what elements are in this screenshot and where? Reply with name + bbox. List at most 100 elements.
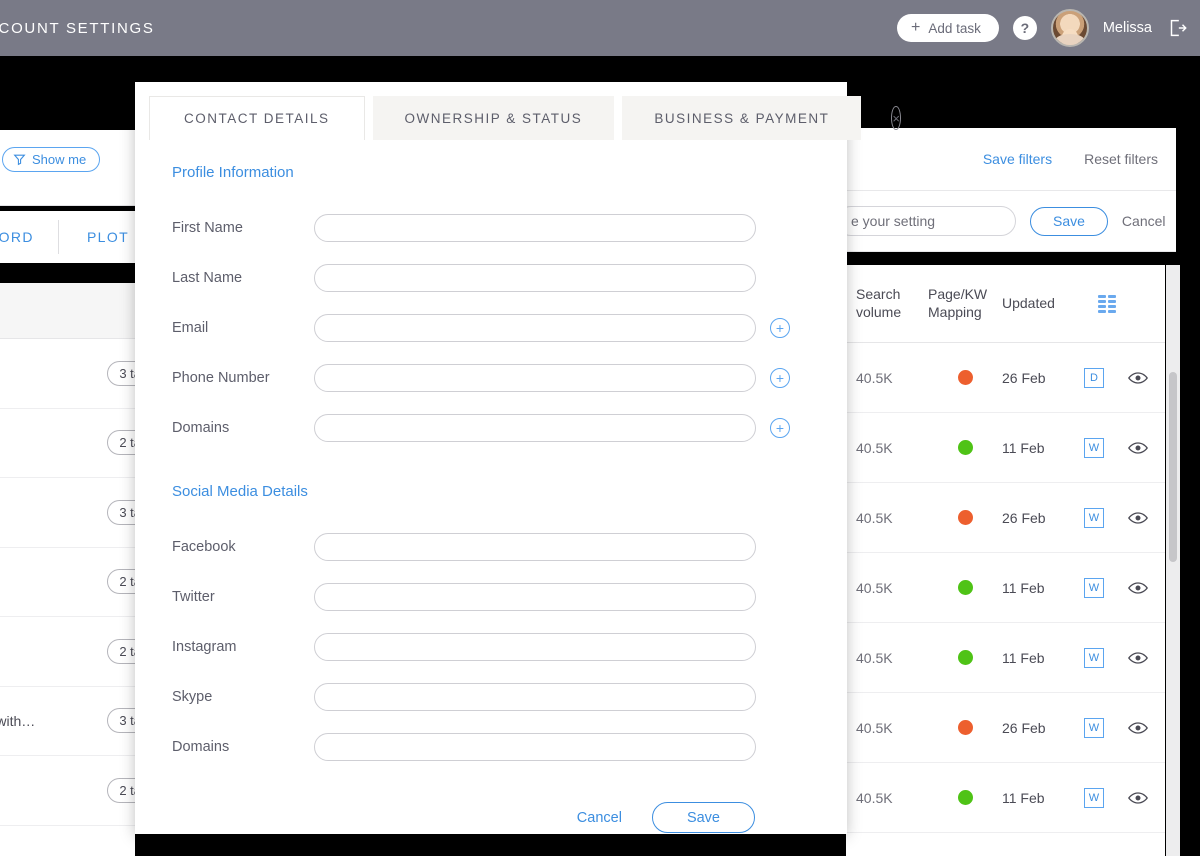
column-header-updated[interactable]: Updated: [1002, 295, 1084, 313]
table-body: 40.5K 26 Feb D 40.5K 11 Feb W 40.5K 26 Feb W 40.5…: [846, 343, 1165, 833]
social-fields-group: Facebook Twitter Instagram Skype Domains: [135, 522, 847, 772]
table-row[interactable]: 40.5K 11 Feb W: [846, 623, 1165, 693]
tab-business-payment[interactable]: BUSINESS & PAYMENT: [622, 96, 862, 140]
field-label: Domains: [172, 420, 230, 436]
kw-type-badge[interactable]: D: [1084, 367, 1104, 388]
kw-type-badge[interactable]: W: [1084, 787, 1104, 808]
top-header-bar: CCOUNT SETTINGS + Add task ? Melissa: [0, 0, 1200, 56]
field-input[interactable]: [314, 633, 756, 661]
kw-type-badge[interactable]: W: [1084, 647, 1104, 668]
eye-icon[interactable]: [1128, 651, 1148, 665]
field-label: First Name: [172, 220, 243, 236]
save-setting-button[interactable]: Save: [1030, 206, 1108, 236]
tab-plot[interactable]: PLOT: [87, 229, 129, 245]
field-label: Last Name: [172, 270, 243, 286]
list-item[interactable]: 3 ta: [0, 478, 153, 548]
kw-type-badge[interactable]: W: [1084, 577, 1104, 598]
table-row[interactable]: 40.5K 26 Feb W: [846, 693, 1165, 763]
status-dot: [957, 370, 973, 385]
cell-mapping-status: [928, 580, 1002, 595]
tab-keyword[interactable]: WORD: [0, 229, 34, 245]
column-settings-icon[interactable]: [1098, 294, 1118, 313]
table-row[interactable]: 40.5K 11 Feb W: [846, 413, 1165, 483]
kw-type-badge[interactable]: W: [1084, 717, 1104, 738]
list-item[interactable]: 2 ta: [0, 409, 153, 478]
status-dot: [957, 650, 973, 665]
eye-icon[interactable]: [1128, 791, 1148, 805]
cancel-setting-link[interactable]: Cancel: [1122, 213, 1166, 229]
column-header-page-kw-mapping[interactable]: Page/KW Mapping: [928, 286, 1002, 321]
field-input[interactable]: [314, 214, 756, 242]
eye-icon[interactable]: [1128, 511, 1148, 525]
status-dot: [957, 580, 973, 595]
save-button[interactable]: Save: [651, 802, 755, 833]
keyword-list: 3 ta2 ta3 ta2 ta2 taization with…3 ta2 t…: [0, 339, 153, 856]
add-field-icon[interactable]: +: [770, 418, 790, 438]
cell-updated: 26 Feb: [1002, 719, 1046, 736]
field-input[interactable]: [314, 533, 756, 561]
field-input[interactable]: [314, 364, 756, 392]
social-media-details-title: Social Media Details: [172, 483, 308, 500]
field-input[interactable]: [314, 264, 756, 292]
field-label: Skype: [172, 689, 213, 705]
modal-body: Profile Information First Name Last Name E…: [135, 146, 847, 833]
eye-icon[interactable]: [1128, 371, 1148, 385]
profile-information-title: Profile Information: [172, 164, 294, 181]
header-actions: + Add task ? Melissa: [896, 9, 1200, 47]
add-task-button[interactable]: + Add task: [896, 14, 999, 42]
table-row[interactable]: 40.5K 26 Feb D: [846, 343, 1165, 413]
form-row: Email +: [135, 303, 847, 353]
field-input[interactable]: [314, 733, 756, 761]
add-field-icon[interactable]: +: [770, 318, 790, 338]
filter-actions-bar: Save filters Reset filters: [846, 128, 1176, 190]
list-item[interactable]: 2 ta: [0, 617, 153, 687]
add-field-icon[interactable]: +: [770, 368, 790, 388]
logout-icon[interactable]: [1166, 17, 1188, 39]
cell-search-volume: 40.5K: [856, 509, 893, 526]
eye-icon[interactable]: [1128, 721, 1148, 735]
field-input[interactable]: [314, 583, 756, 611]
table-row[interactable]: 40.5K 26 Feb W: [846, 483, 1165, 553]
eye-icon[interactable]: [1128, 441, 1148, 455]
field-input[interactable]: [314, 683, 756, 711]
cancel-button[interactable]: Cancel: [577, 810, 622, 826]
field-label: Email: [172, 320, 209, 336]
field-label: Domains: [172, 739, 230, 755]
status-dot: [957, 720, 973, 735]
kw-type-badge[interactable]: W: [1084, 507, 1104, 528]
cell-updated: 11 Feb: [1002, 439, 1045, 456]
form-row: Twitter: [135, 572, 847, 622]
form-row: Phone Number +: [135, 353, 847, 403]
list-item[interactable]: 2 ta: [0, 756, 153, 826]
eye-icon[interactable]: [1128, 581, 1148, 595]
cell-updated: 11 Feb: [1002, 649, 1045, 666]
avatar[interactable]: [1050, 9, 1089, 47]
show-me-filter-button[interactable]: Show me: [2, 147, 101, 172]
cell-updated: 11 Feb: [1002, 789, 1045, 806]
list-header: [0, 283, 135, 339]
field-input[interactable]: [314, 314, 756, 342]
tab-ownership-status[interactable]: OWNERSHIP & STATUS: [372, 96, 615, 140]
tab-divider: [57, 220, 59, 254]
save-filters-link[interactable]: Save filters: [983, 151, 1052, 167]
form-row: Domains +: [135, 403, 847, 453]
field-label: Instagram: [172, 639, 237, 655]
cell-mapping-status: [928, 440, 1002, 455]
tab-contact-details[interactable]: CONTACT DETAILS: [149, 96, 365, 140]
list-item[interactable]: 3 ta: [0, 339, 153, 409]
help-icon[interactable]: ?: [1012, 16, 1037, 40]
column-header-search-volume[interactable]: Search volume: [856, 286, 928, 321]
table-row[interactable]: 40.5K 11 Feb W: [846, 763, 1165, 833]
form-row: Instagram: [135, 622, 847, 672]
table-row[interactable]: 40.5K 11 Feb W: [846, 553, 1165, 623]
app-root: CCOUNT SETTINGS + Add task ? Melissa Sho…: [0, 0, 1200, 856]
field-input[interactable]: [314, 414, 756, 442]
list-item[interactable]: 2 ta: [0, 548, 153, 617]
list-item[interactable]: ization with…3 ta: [0, 687, 153, 756]
reset-filters-link[interactable]: Reset filters: [1084, 151, 1158, 167]
keywords-table: Search volume Page/KW Mapping Updated 40…: [846, 265, 1165, 856]
table-scrollbar-thumb[interactable]: [1169, 372, 1177, 562]
setting-name-input[interactable]: [836, 206, 1016, 236]
kw-type-badge[interactable]: W: [1084, 437, 1104, 458]
close-icon[interactable]: ×: [891, 106, 901, 130]
